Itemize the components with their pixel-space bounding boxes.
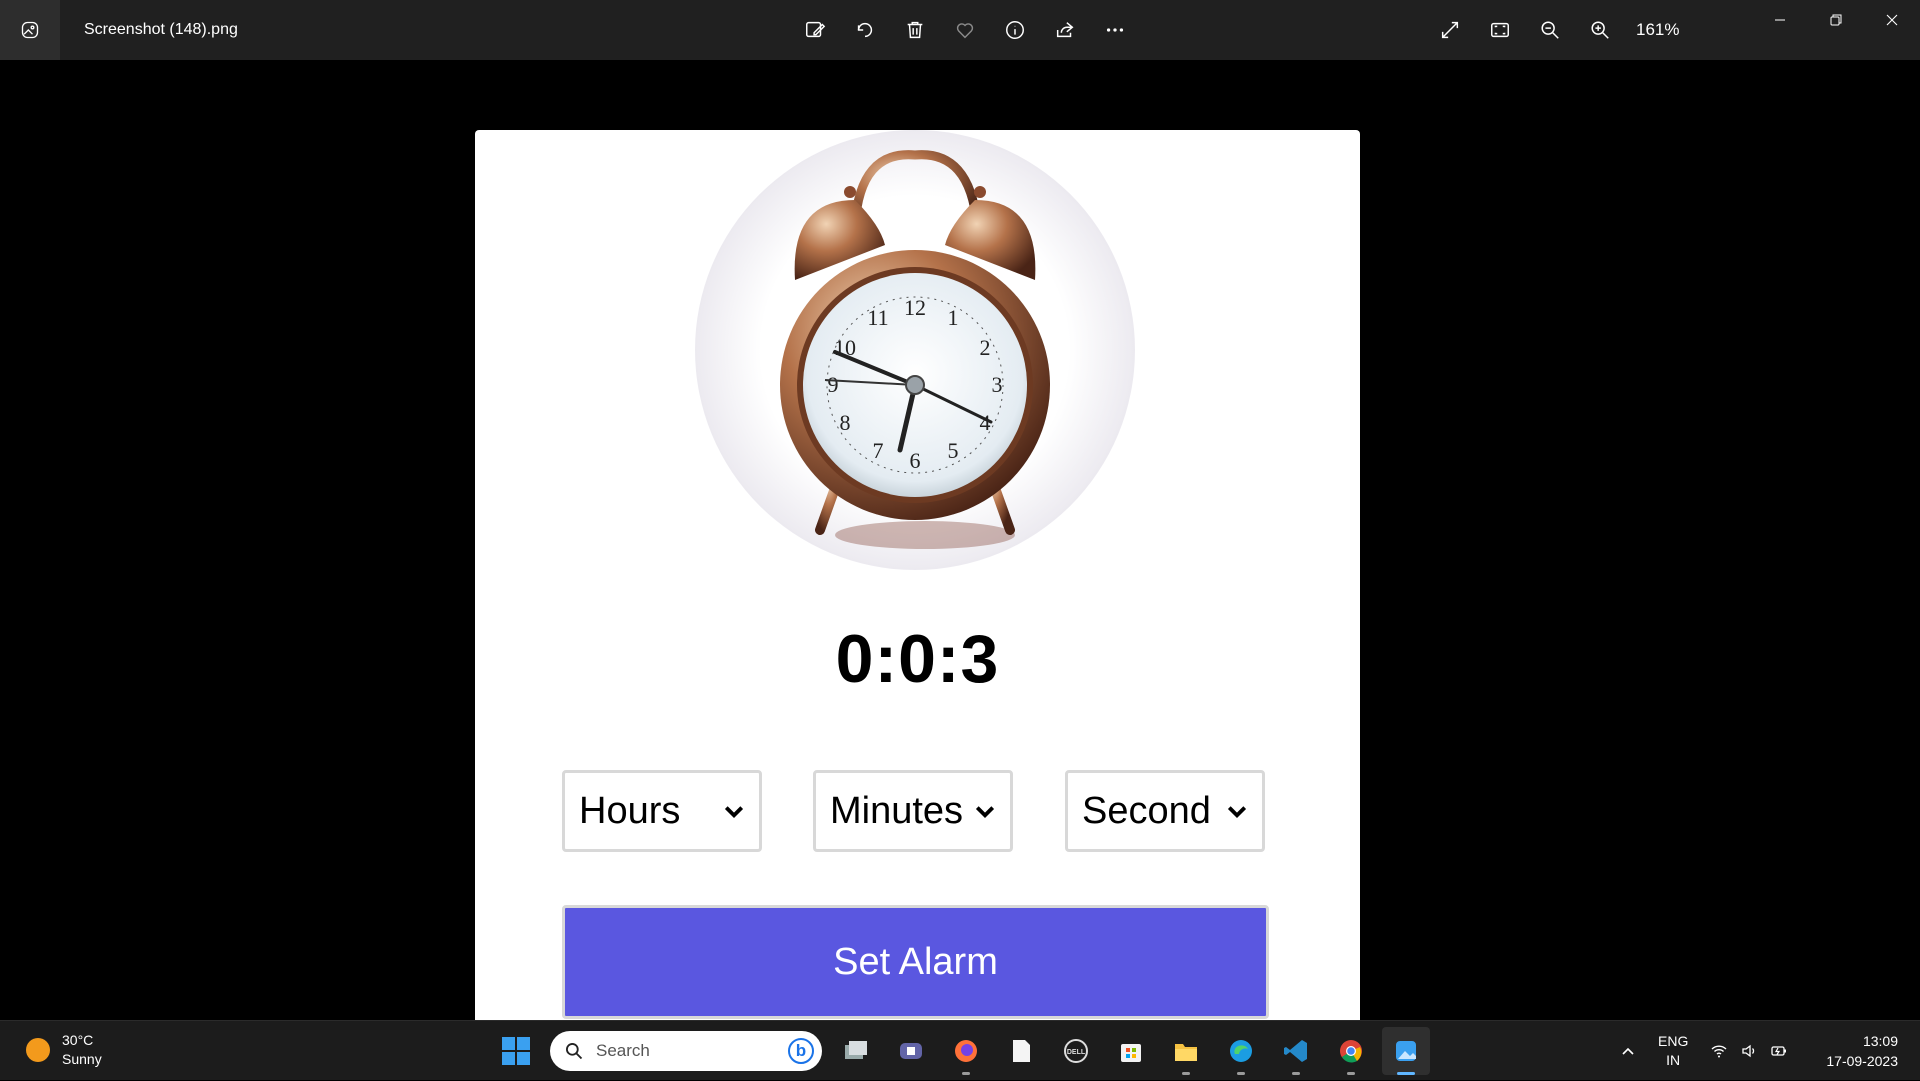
system-tray: ENG IN	[1620, 1021, 1788, 1081]
weather-widget[interactable]: 30°C Sunny	[26, 1031, 102, 1069]
firefox-icon[interactable]	[942, 1027, 990, 1075]
share-icon[interactable]	[1045, 10, 1085, 50]
chevron-up-icon[interactable]	[1620, 1043, 1636, 1059]
chevron-down-icon	[975, 806, 995, 819]
rotate-icon[interactable]	[845, 10, 885, 50]
svg-text:DELL: DELL	[1067, 1049, 1086, 1056]
svg-text:7: 7	[873, 438, 884, 463]
alarm-app-card: 12 1 2 3 4 5 6 7 8 9 10 11 0:0:3 Hours M…	[475, 130, 1360, 1074]
svg-text:3: 3	[992, 372, 1003, 397]
volume-icon[interactable]	[1740, 1042, 1758, 1060]
alarm-clock-image: 12 1 2 3 4 5 6 7 8 9 10 11	[695, 130, 1135, 570]
weather-desc: Sunny	[62, 1051, 102, 1067]
language-bottom: IN	[1666, 1052, 1681, 1068]
hours-select[interactable]: Hours	[562, 770, 762, 852]
delete-icon[interactable]	[895, 10, 935, 50]
window-controls	[1752, 0, 1920, 40]
svg-text:2: 2	[980, 335, 991, 360]
chevron-down-icon	[1227, 806, 1247, 819]
file-name: Screenshot (148).png	[84, 21, 238, 38]
photos-app-icon	[0, 0, 60, 60]
title-bar: Screenshot (148).png 161%	[0, 0, 1920, 60]
minimize-icon[interactable]	[1752, 0, 1808, 40]
edge-icon[interactable]	[1217, 1027, 1265, 1075]
zoom-level[interactable]: 161%	[1636, 20, 1679, 40]
photos-icon[interactable]	[1382, 1027, 1430, 1075]
language-top: ENG	[1658, 1033, 1689, 1049]
svg-text:9: 9	[828, 372, 839, 397]
clock-time: 13:09	[1862, 1033, 1898, 1049]
teams-icon[interactable]	[887, 1027, 935, 1075]
svg-text:1: 1	[948, 305, 959, 330]
svg-text:8: 8	[840, 410, 851, 435]
dell-icon[interactable]: DELL	[1052, 1027, 1100, 1075]
set-alarm-button[interactable]: Set Alarm	[562, 905, 1269, 1019]
seconds-select[interactable]: Second	[1065, 770, 1265, 852]
seconds-select-label: Second	[1082, 789, 1211, 832]
image-toolbar	[795, 10, 1135, 50]
sun-icon	[26, 1038, 50, 1062]
close-icon[interactable]	[1864, 0, 1920, 40]
fit-icon[interactable]	[1480, 10, 1520, 50]
zoom-in-icon[interactable]	[1580, 10, 1620, 50]
view-tools: 161%	[1430, 10, 1679, 50]
notepad-icon[interactable]	[997, 1027, 1045, 1075]
minutes-select-label: Minutes	[830, 789, 964, 832]
store-icon[interactable]	[1107, 1027, 1155, 1075]
svg-text:5: 5	[948, 438, 959, 463]
minutes-select[interactable]: Minutes	[813, 770, 1013, 852]
fullscreen-icon[interactable]	[1430, 10, 1470, 50]
battery-icon[interactable]	[1770, 1042, 1788, 1060]
search-placeholder: Search	[596, 1041, 650, 1060]
task-view-icon[interactable]	[832, 1027, 880, 1075]
svg-text:12: 12	[904, 295, 926, 320]
more-icon[interactable]	[1095, 10, 1135, 50]
bing-icon[interactable]: b	[788, 1038, 814, 1064]
zoom-out-icon[interactable]	[1530, 10, 1570, 50]
search-icon	[566, 1043, 583, 1060]
start-icon[interactable]	[500, 1035, 532, 1067]
chrome-icon[interactable]	[1327, 1027, 1375, 1075]
chevron-down-icon	[724, 806, 744, 819]
image-viewer: 12 1 2 3 4 5 6 7 8 9 10 11 0:0:3 Hours M…	[0, 60, 1920, 1074]
favorite-icon[interactable]	[945, 10, 985, 50]
hours-select-label: Hours	[579, 789, 681, 832]
taskbar-search[interactable]: Search b	[550, 1031, 822, 1071]
vscode-icon[interactable]	[1272, 1027, 1320, 1075]
svg-text:6: 6	[910, 448, 921, 473]
taskbar: 30°C Sunny Search b DELL ENG IN 13:09 17…	[0, 1020, 1920, 1080]
info-icon[interactable]	[995, 10, 1035, 50]
taskbar-apps: DELL	[832, 1027, 1430, 1075]
alarm-time-display: 0:0:3	[835, 621, 1000, 697]
edit-icon[interactable]	[795, 10, 835, 50]
restore-icon[interactable]	[1808, 0, 1864, 40]
language-indicator[interactable]: ENG IN	[1658, 1032, 1688, 1070]
weather-temp: 30°C	[62, 1032, 94, 1048]
svg-text:11: 11	[867, 305, 888, 330]
clock-date: 17-09-2023	[1826, 1053, 1898, 1069]
taskbar-clock[interactable]: 13:09 17-09-2023	[1826, 1031, 1898, 1071]
file-explorer-icon[interactable]	[1162, 1027, 1210, 1075]
wifi-icon[interactable]	[1710, 1042, 1728, 1060]
